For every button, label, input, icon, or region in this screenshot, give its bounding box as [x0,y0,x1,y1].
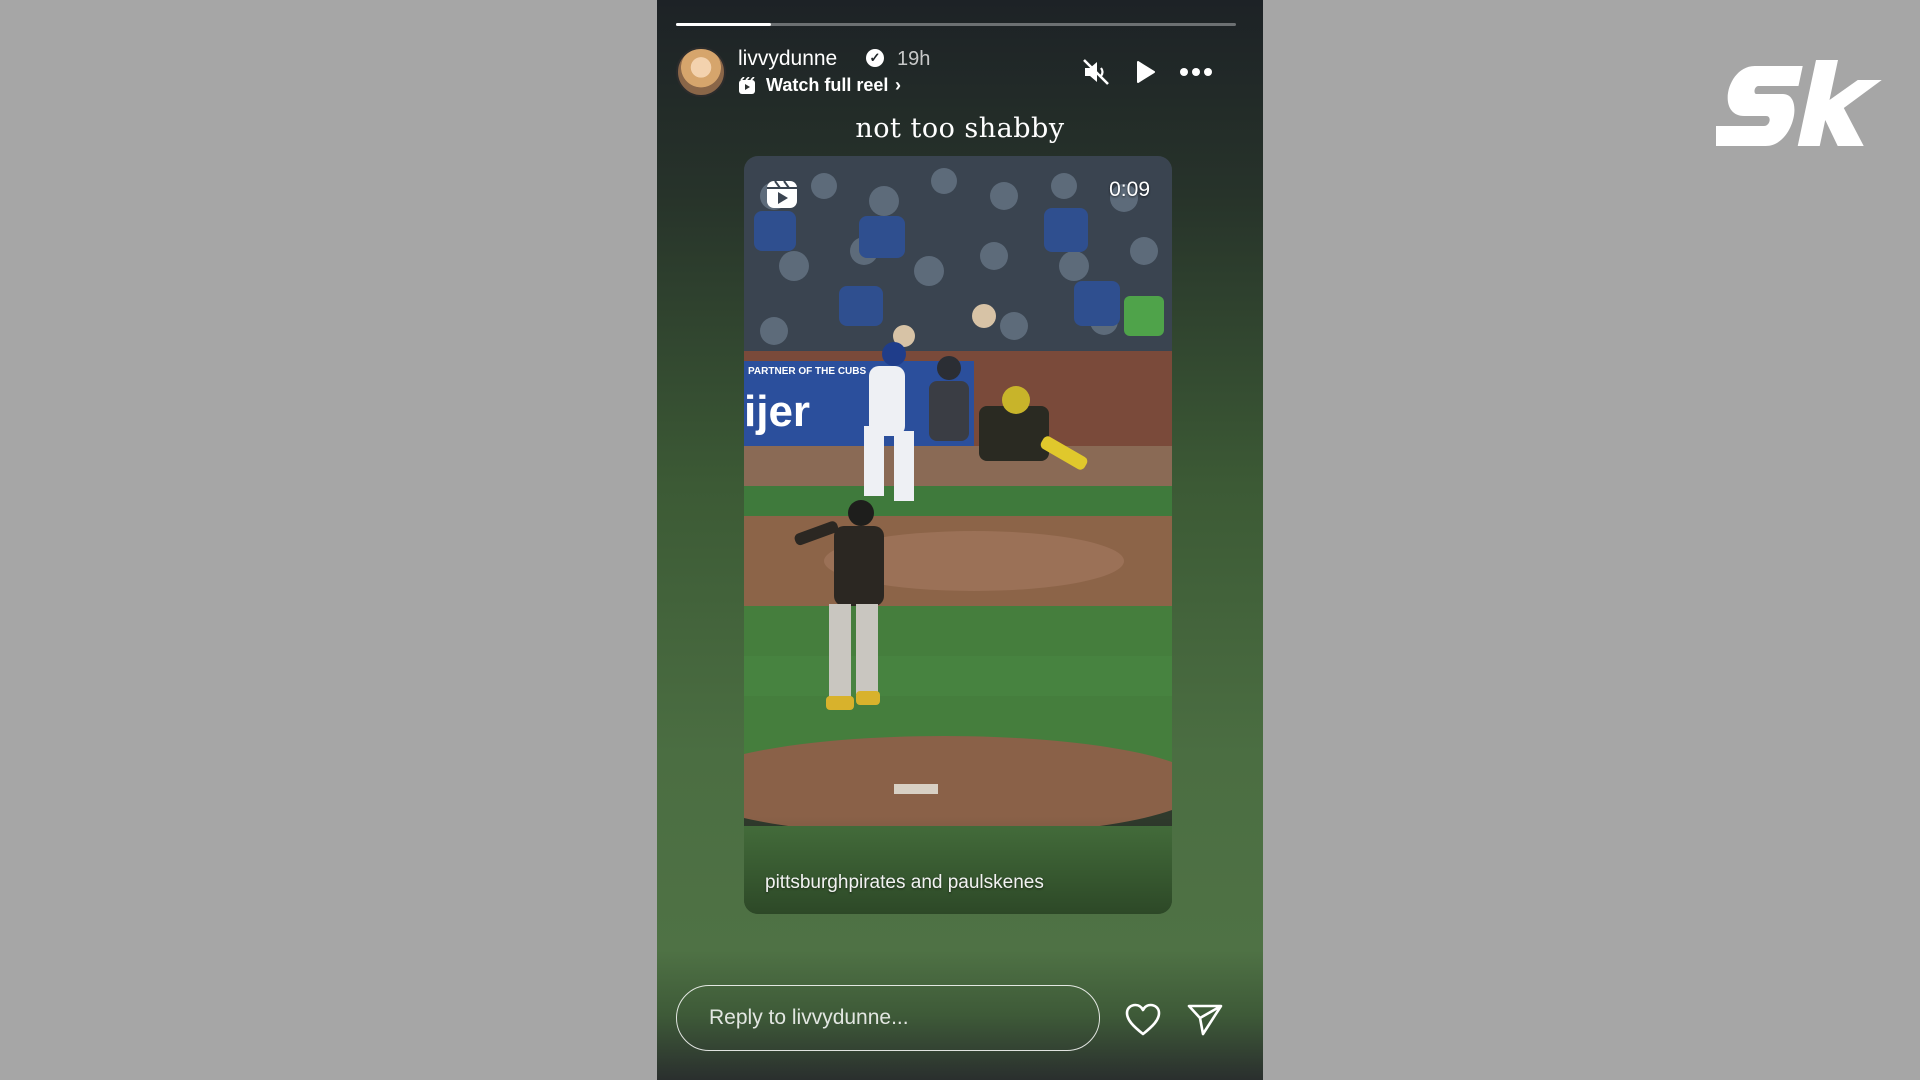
reel-duration: 0:09 [1109,178,1150,201]
sportskeeda-logo [1716,60,1882,146]
speaker-muted-icon [1083,59,1109,85]
more-options-button[interactable] [1179,55,1213,89]
mute-button[interactable] [1079,55,1113,89]
chevron-right-icon: › [895,75,901,95]
watch-full-reel-label: Watch full reel [766,75,889,95]
more-horizontal-icon [1180,68,1212,76]
heart-icon [1125,1003,1161,1036]
avatar[interactable] [676,47,726,97]
story-progress-fill [676,23,772,26]
story-header: livvydunne ✓ 19h Watch full reel › [676,45,1244,97]
username[interactable]: livvydunne [738,47,837,71]
shared-reel-card[interactable]: PARTNER OF THE CUBS ijer 0:09 pittsburgh… [744,156,1172,914]
reels-icon [767,180,797,208]
baseball-video-thumbnail: PARTNER OF THE CUBS ijer [744,156,1172,914]
story-viewer: livvydunne ✓ 19h Watch full reel › not t… [657,0,1263,1080]
scene-sign-text: ijer [744,387,810,436]
verified-badge-icon: ✓ [866,49,884,67]
reel-icon [739,77,755,94]
timestamp: 19h [897,48,931,70]
reply-placeholder: Reply to livvydunne... [709,1006,909,1029]
reply-input[interactable]: Reply to livvydunne... [676,985,1100,1051]
reel-credit[interactable]: pittsburghpirates and paulskenes [765,872,1044,894]
story-progress-bar [676,23,1236,26]
like-button[interactable] [1123,1000,1163,1040]
send-icon [1187,1004,1223,1036]
share-button[interactable] [1185,1000,1225,1040]
story-caption: not too shabby [855,113,1065,144]
play-button[interactable] [1128,55,1162,89]
scene-banner-text: PARTNER OF THE CUBS [748,366,866,377]
play-icon [1137,61,1155,83]
